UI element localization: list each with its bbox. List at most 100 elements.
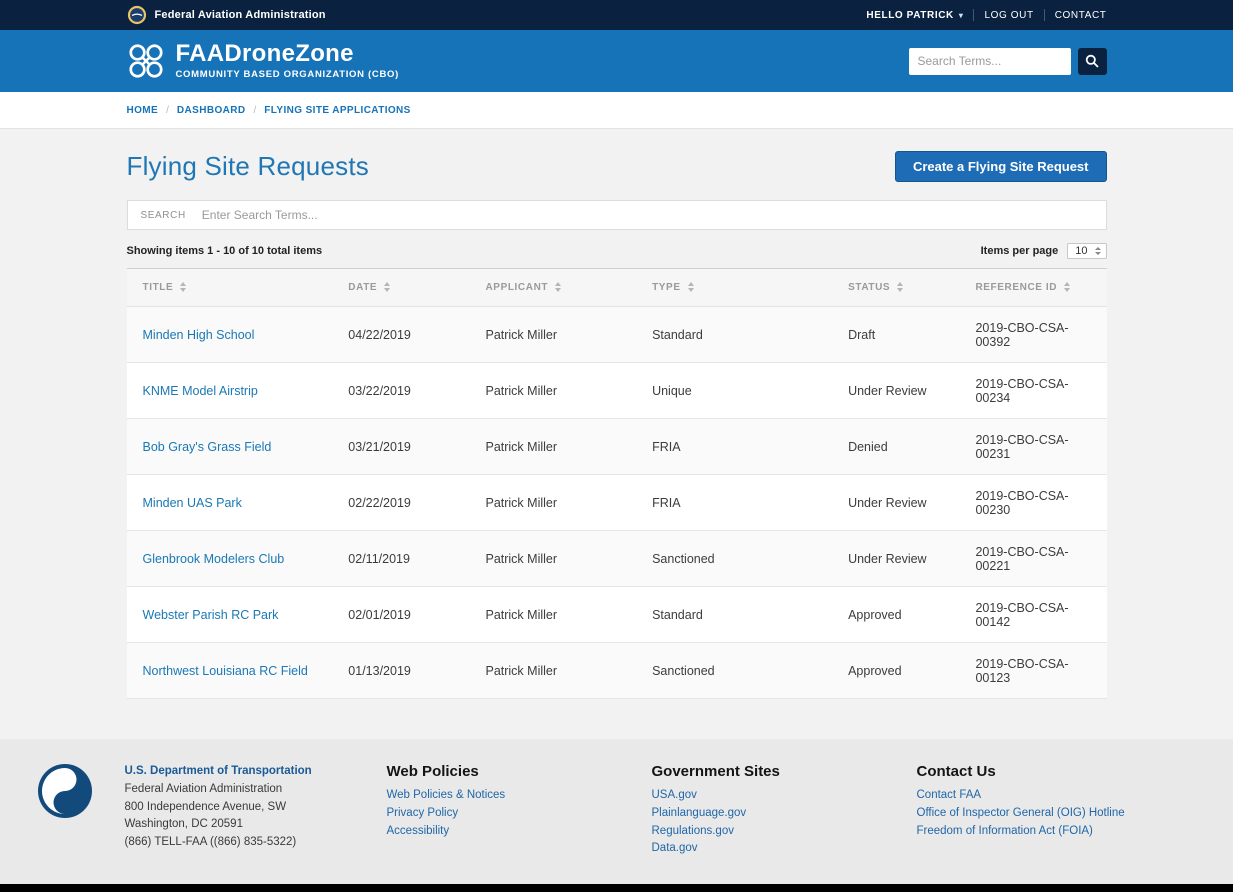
header-search-button[interactable]	[1078, 48, 1107, 75]
reference-id-cell: 2019-CBO-CSA-00234	[959, 363, 1106, 419]
contact-faa-link[interactable]: Contact FAA	[917, 787, 1197, 805]
sort-icon	[384, 282, 390, 292]
breadcrumb: HOME / DASHBOARD / FLYING SITE APPLICATI…	[127, 105, 1107, 116]
status-cell: Approved	[832, 643, 959, 699]
applicant-cell: Patrick Miller	[469, 307, 636, 363]
column-header-reference-id[interactable]: REFERENCE ID	[959, 269, 1106, 307]
main-content: Flying Site Requests Create a Flying Sit…	[0, 129, 1233, 739]
applicant-cell: Patrick Miller	[469, 363, 636, 419]
date-cell: 03/22/2019	[332, 363, 469, 419]
logout-link[interactable]: LOG OUT	[984, 10, 1033, 21]
main-header: FAADroneZone COMMUNITY BASED ORGANIZATIO…	[0, 30, 1233, 92]
type-cell: FRIA	[636, 419, 832, 475]
sort-icon	[1064, 282, 1070, 292]
column-header-status[interactable]: STATUS	[832, 269, 959, 307]
web-policies-notices-link[interactable]: Web Policies & Notices	[387, 787, 652, 805]
foia-link[interactable]: Freedom of Information Act (FOIA)	[917, 823, 1197, 841]
site-title-link[interactable]: Northwest Louisiana RC Field	[143, 664, 308, 678]
reference-id-cell: 2019-CBO-CSA-00231	[959, 419, 1106, 475]
sort-icon	[897, 282, 903, 292]
sort-icon	[180, 282, 186, 292]
reference-id-cell: 2019-CBO-CSA-00142	[959, 587, 1106, 643]
type-cell: Standard	[636, 307, 832, 363]
status-cell: Under Review	[832, 531, 959, 587]
faa-seal-icon	[127, 5, 147, 25]
table-body: Minden High School 04/22/2019 Patrick Mi…	[127, 307, 1107, 699]
dot-logo	[37, 763, 93, 858]
reference-id-cell: 2019-CBO-CSA-00392	[959, 307, 1106, 363]
items-per-page-select[interactable]: 10	[1067, 243, 1106, 259]
type-cell: Standard	[636, 587, 832, 643]
table-search-input[interactable]	[202, 208, 1093, 222]
reference-id-cell: 2019-CBO-CSA-00230	[959, 475, 1106, 531]
reference-id-cell: 2019-CBO-CSA-00123	[959, 643, 1106, 699]
sort-icon	[555, 282, 561, 292]
site-title-link[interactable]: Bob Gray's Grass Field	[143, 440, 272, 454]
table-row: Webster Parish RC Park 02/01/2019 Patric…	[127, 587, 1107, 643]
header-search-input[interactable]	[909, 48, 1071, 75]
applicant-cell: Patrick Miller	[469, 587, 636, 643]
dept-of-transportation: U.S. Department of Transportation	[125, 763, 312, 781]
date-cell: 02/11/2019	[332, 531, 469, 587]
applicant-cell: Patrick Miller	[469, 643, 636, 699]
site-title-link[interactable]: Webster Parish RC Park	[143, 608, 279, 622]
create-flying-site-request-button[interactable]: Create a Flying Site Request	[895, 151, 1107, 182]
address-line: Federal Aviation Administration	[125, 781, 312, 799]
accessibility-link[interactable]: Accessibility	[387, 823, 652, 841]
site-title-link[interactable]: KNME Model Airstrip	[143, 384, 258, 398]
contact-link[interactable]: CONTACT	[1055, 10, 1107, 21]
data-gov-link[interactable]: Data.gov	[652, 840, 917, 858]
table-row: Bob Gray's Grass Field 03/21/2019 Patric…	[127, 419, 1107, 475]
breadcrumb-dashboard[interactable]: DASHBOARD	[177, 105, 246, 116]
type-cell: Sanctioned	[636, 643, 832, 699]
column-header-title[interactable]: TITLE	[127, 269, 333, 307]
brand-name: FAADroneZone	[176, 42, 399, 66]
top-bar: Federal Aviation Administration HELLO PA…	[0, 0, 1233, 30]
usa-gov-link[interactable]: USA.gov	[652, 787, 917, 805]
status-cell: Denied	[832, 419, 959, 475]
items-per-page-label: Items per page	[981, 245, 1059, 257]
agency-name: Federal Aviation Administration	[155, 9, 326, 21]
column-header-type[interactable]: TYPE	[636, 269, 832, 307]
web-policies-heading: Web Policies	[387, 763, 652, 780]
applicant-cell: Patrick Miller	[469, 419, 636, 475]
table-row: Minden High School 04/22/2019 Patrick Mi…	[127, 307, 1107, 363]
applicant-cell: Patrick Miller	[469, 475, 636, 531]
footer: U.S. Department of Transportation Federa…	[0, 739, 1233, 884]
date-cell: 01/13/2019	[332, 643, 469, 699]
dronezone-logo-icon	[127, 42, 165, 80]
regulations-gov-link[interactable]: Regulations.gov	[652, 823, 917, 841]
privacy-policy-link[interactable]: Privacy Policy	[387, 805, 652, 823]
chevron-down-icon: ▾	[959, 11, 964, 20]
status-cell: Under Review	[832, 475, 959, 531]
breadcrumb-separator: /	[254, 105, 257, 116]
items-per-page-value: 10	[1075, 245, 1087, 257]
type-cell: Sanctioned	[636, 531, 832, 587]
plainlanguage-gov-link[interactable]: Plainlanguage.gov	[652, 805, 917, 823]
date-cell: 02/01/2019	[332, 587, 469, 643]
site-title-link[interactable]: Minden High School	[143, 328, 255, 342]
oig-hotline-link[interactable]: Office of Inspector General (OIG) Hotlin…	[917, 805, 1197, 823]
divider	[973, 9, 974, 21]
brand[interactable]: FAADroneZone COMMUNITY BASED ORGANIZATIO…	[127, 42, 399, 80]
column-header-date[interactable]: DATE	[332, 269, 469, 307]
site-title-link[interactable]: Minden UAS Park	[143, 496, 242, 510]
table-row: KNME Model Airstrip 03/22/2019 Patrick M…	[127, 363, 1107, 419]
brand-subtitle: COMMUNITY BASED ORGANIZATION (CBO)	[176, 69, 399, 80]
site-title-link[interactable]: Glenbrook Modelers Club	[143, 552, 285, 566]
breadcrumb-flying-site-applications[interactable]: FLYING SITE APPLICATIONS	[264, 105, 410, 116]
government-sites-heading: Government Sites	[652, 763, 917, 780]
column-header-applicant[interactable]: APPLICANT	[469, 269, 636, 307]
user-menu[interactable]: HELLO PATRICK ▾	[866, 10, 963, 21]
table-row: Minden UAS Park 02/22/2019 Patrick Mille…	[127, 475, 1107, 531]
applicant-cell: Patrick Miller	[469, 531, 636, 587]
table-header-row: TITLE DATE APPLICANT TYPE STATUS REFEREN…	[127, 269, 1107, 307]
sort-icon	[688, 282, 694, 292]
date-cell: 04/22/2019	[332, 307, 469, 363]
status-cell: Approved	[832, 587, 959, 643]
breadcrumb-home[interactable]: HOME	[127, 105, 159, 116]
breadcrumb-separator: /	[166, 105, 169, 116]
date-cell: 03/21/2019	[332, 419, 469, 475]
date-cell: 02/22/2019	[332, 475, 469, 531]
search-icon	[1085, 54, 1099, 68]
